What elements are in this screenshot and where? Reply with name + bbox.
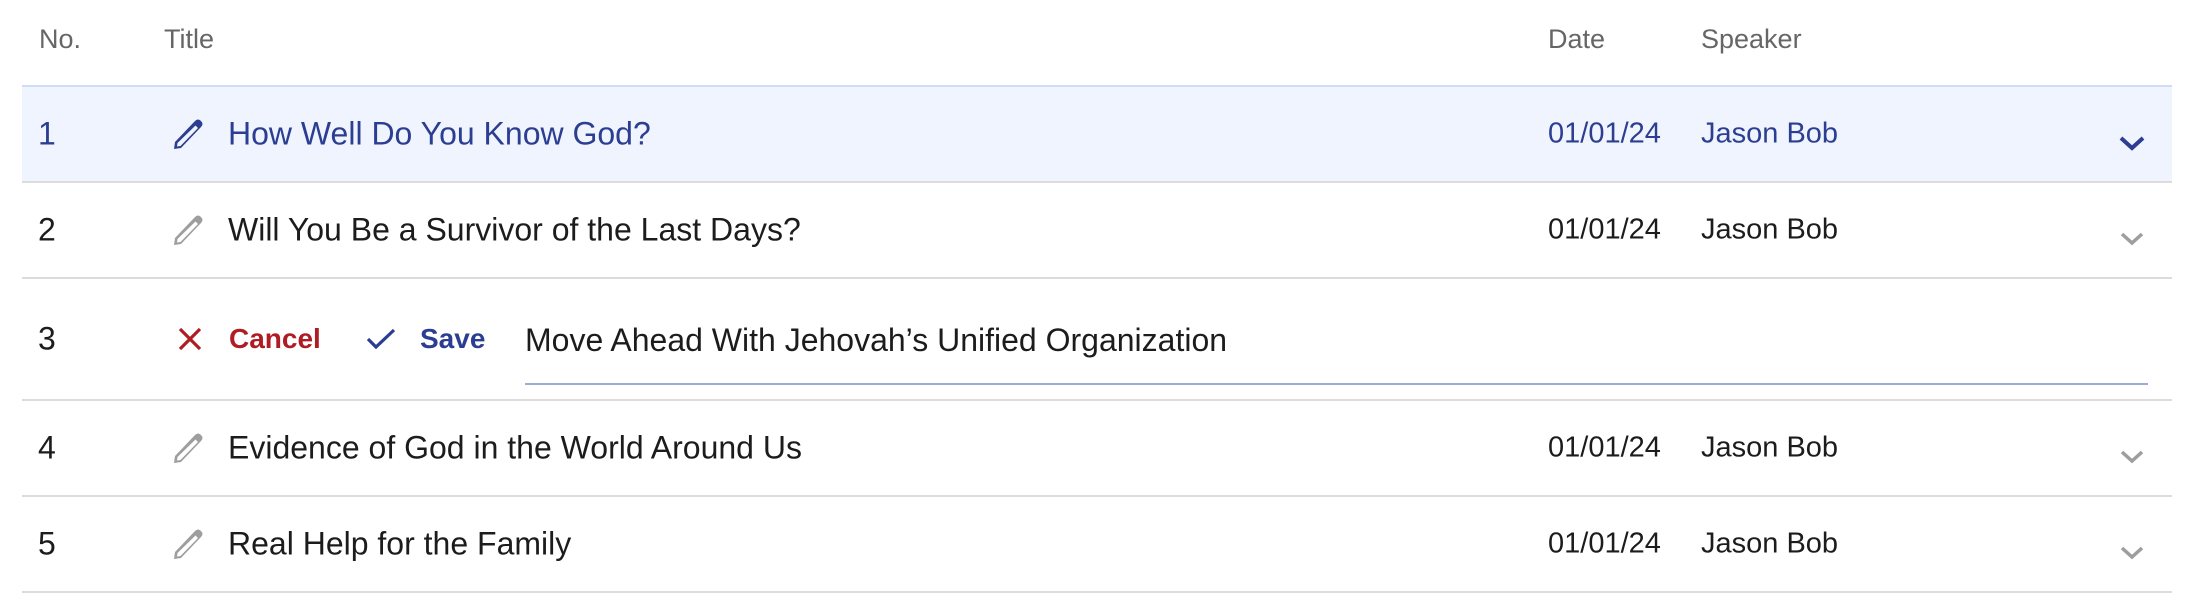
talk-title[interactable]: How Well Do You Know God? bbox=[228, 116, 651, 153]
title-input-wrapper bbox=[525, 301, 2148, 385]
row-number: 2 bbox=[38, 211, 56, 248]
table-row[interactable]: 1 How Well Do You Know God? 01/01/24 Jas… bbox=[22, 85, 2172, 183]
talk-speaker: Jason Bob bbox=[1701, 117, 1839, 150]
cancel-label: Cancel bbox=[229, 323, 321, 354]
column-header-title[interactable]: Title bbox=[164, 24, 214, 55]
talk-title[interactable]: Real Help for the Family bbox=[228, 526, 571, 563]
pencil-icon[interactable] bbox=[170, 116, 206, 152]
cancel-button[interactable]: Cancel bbox=[177, 323, 321, 355]
table-header: No. Title Date Speaker bbox=[22, 0, 2172, 85]
row-number: 4 bbox=[38, 429, 56, 466]
talk-title[interactable]: Evidence of God in the World Around Us bbox=[228, 430, 802, 467]
table-row[interactable]: 2 Will You Be a Survivor of the Last Day… bbox=[22, 183, 2172, 279]
talk-date: 01/01/24 bbox=[1548, 117, 1661, 150]
talk-speaker: Jason Bob bbox=[1701, 213, 1839, 246]
pencil-icon[interactable] bbox=[170, 430, 206, 466]
column-header-no: No. bbox=[39, 24, 82, 54]
talks-table: No. Title Date Speaker 1 How Well Do You… bbox=[22, 0, 2172, 593]
check-icon bbox=[366, 328, 396, 350]
column-header-date[interactable]: Date bbox=[1548, 24, 1605, 55]
talk-date: 01/01/24 bbox=[1548, 431, 1661, 464]
save-label: Save bbox=[420, 323, 486, 354]
table-row-editing: 3 Cancel Save bbox=[22, 279, 2172, 401]
title-input[interactable] bbox=[525, 301, 2148, 379]
talk-title[interactable]: Will You Be a Survivor of the Last Days? bbox=[228, 212, 801, 249]
chevron-down-icon[interactable] bbox=[2117, 534, 2147, 560]
table-row[interactable]: 5 Real Help for the Family 01/01/24 Jaso… bbox=[22, 497, 2172, 593]
talk-speaker: Jason Bob bbox=[1701, 431, 1839, 464]
chevron-down-icon[interactable] bbox=[2117, 438, 2147, 464]
table-row[interactable]: 4 Evidence of God in the World Around Us… bbox=[22, 401, 2172, 497]
talk-speaker: Jason Bob bbox=[1701, 527, 1839, 560]
pencil-icon[interactable] bbox=[170, 526, 206, 562]
talk-date: 01/01/24 bbox=[1548, 213, 1661, 246]
close-icon bbox=[178, 327, 202, 351]
column-header-speaker[interactable]: Speaker bbox=[1701, 24, 1802, 55]
talk-date: 01/01/24 bbox=[1548, 527, 1661, 560]
chevron-down-icon[interactable] bbox=[2117, 220, 2147, 246]
save-button[interactable]: Save bbox=[366, 323, 485, 355]
row-number: 3 bbox=[38, 320, 56, 357]
row-number: 1 bbox=[38, 115, 56, 152]
pencil-icon[interactable] bbox=[170, 212, 206, 248]
chevron-down-icon[interactable] bbox=[2117, 124, 2147, 151]
row-number: 5 bbox=[38, 525, 56, 562]
